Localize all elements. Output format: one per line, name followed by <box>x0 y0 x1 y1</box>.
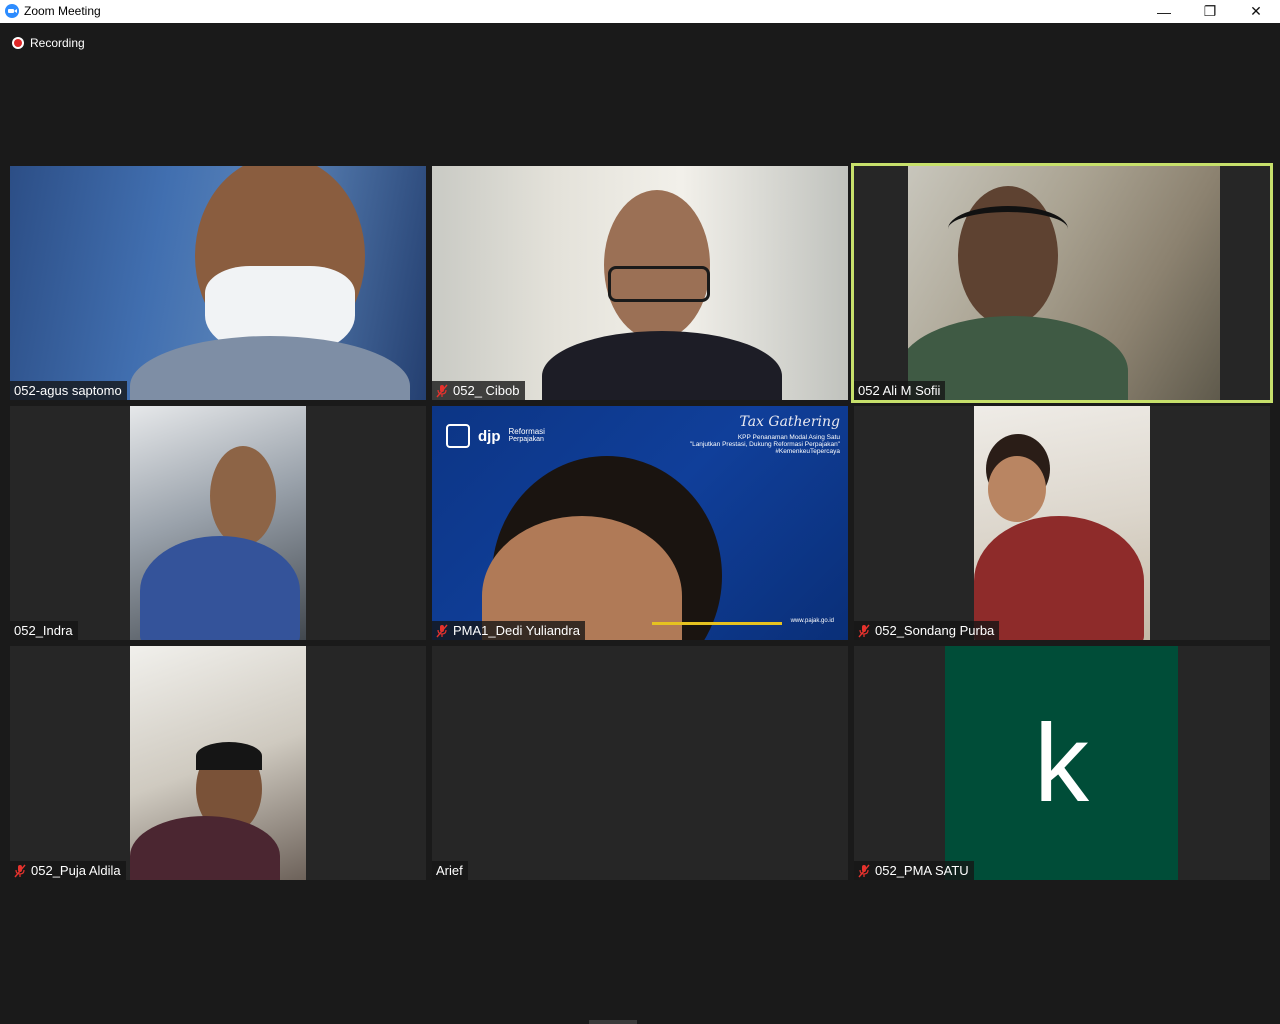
participant-name-label: PMA1_Dedi Yuliandra <box>432 621 585 640</box>
participant-video <box>974 406 1150 640</box>
participant-video <box>130 406 306 640</box>
window-title: Zoom Meeting <box>24 4 101 18</box>
video-tile[interactable]: 052_Indra <box>10 406 426 640</box>
banner-office: KPP Penanaman Modal Asing Satu <box>737 434 840 441</box>
muted-mic-icon <box>858 624 870 637</box>
window-titlebar: Zoom Meeting — ❐ ✕ <box>0 0 1280 23</box>
banner-text: Tax Gathering KPP Penanaman Modal Asing … <box>690 414 840 455</box>
banner-event-title: Tax Gathering <box>739 414 840 430</box>
participant-name: 052_Sondang Purba <box>875 623 995 638</box>
participant-video <box>908 166 1220 400</box>
video-tile[interactable]: 052_ Cibob <box>432 166 848 400</box>
video-tile[interactable]: 052_Sondang Purba <box>854 406 1270 640</box>
video-tile[interactable]: djp Reformasi Perpajakan Tax Gathering K… <box>432 406 848 640</box>
banner-url: www.pajak.go.id <box>790 618 834 624</box>
participant-video <box>432 166 848 400</box>
kemenkeu-logo-icon <box>446 424 470 448</box>
recording-indicator[interactable]: Recording <box>12 36 85 50</box>
video-tile[interactable]: k 052_PMA SATU <box>854 646 1270 880</box>
muted-mic-icon <box>14 864 26 877</box>
muted-mic-icon <box>436 624 448 637</box>
participant-name-label: Arief <box>432 861 468 880</box>
video-tile[interactable]: 052_Puja Aldila <box>10 646 426 880</box>
participant-name: 052-agus saptomo <box>14 383 122 398</box>
participant-name: 052_Puja Aldila <box>31 863 121 878</box>
participant-name: 052 Ali M Sofii <box>858 383 941 398</box>
restore-button[interactable]: ❐ <box>1187 0 1233 23</box>
banner-logos: djp Reformasi Perpajakan <box>446 424 545 448</box>
participant-name-label: 052 Ali M Sofii <box>854 381 946 400</box>
participant-name-label: 052_ Cibob <box>432 381 525 400</box>
participant-name-label: 052_Sondang Purba <box>854 621 1000 640</box>
participant-name-label: 052_Indra <box>10 621 78 640</box>
participant-name: 052_ Cibob <box>453 383 520 398</box>
participant-video: djp Reformasi Perpajakan Tax Gathering K… <box>432 406 848 640</box>
banner-tagline: "Lanjutkan Prestasi, Dukung Reformasi Pe… <box>689 441 840 448</box>
close-button[interactable]: ✕ <box>1233 0 1279 23</box>
participant-video <box>10 166 426 400</box>
participant-video <box>130 646 306 880</box>
perpajakan-label: Perpajakan <box>508 436 544 443</box>
video-tile[interactable]: Arief <box>432 646 848 880</box>
muted-mic-icon <box>436 384 448 397</box>
video-tile-active-speaker[interactable]: 052 Ali M Sofii <box>851 163 1273 403</box>
participant-name: 052_Indra <box>14 623 73 638</box>
video-tile[interactable]: 052-agus saptomo <box>10 166 426 400</box>
participant-name-label: 052_Puja Aldila <box>10 861 126 880</box>
participant-name: 052_PMA SATU <box>875 863 969 878</box>
participant-name: PMA1_Dedi Yuliandra <box>453 623 580 638</box>
banner-hashtag: #KemenkeuTepercaya <box>775 448 840 455</box>
recording-icon <box>12 37 24 49</box>
recording-label: Recording <box>30 36 85 50</box>
participant-name-label: 052_PMA SATU <box>854 861 974 880</box>
djp-logo: djp <box>478 427 501 445</box>
zoom-app-icon <box>5 4 19 18</box>
muted-mic-icon <box>858 864 870 877</box>
participant-name: Arief <box>436 863 463 878</box>
minimize-button[interactable]: — <box>1141 0 1187 23</box>
participant-name-label: 052-agus saptomo <box>10 381 127 400</box>
toolbar-handle[interactable] <box>589 1020 637 1024</box>
participant-avatar: k <box>945 646 1178 880</box>
banner-accent-line <box>652 622 782 625</box>
reformasi-label: Reformasi <box>508 427 545 436</box>
